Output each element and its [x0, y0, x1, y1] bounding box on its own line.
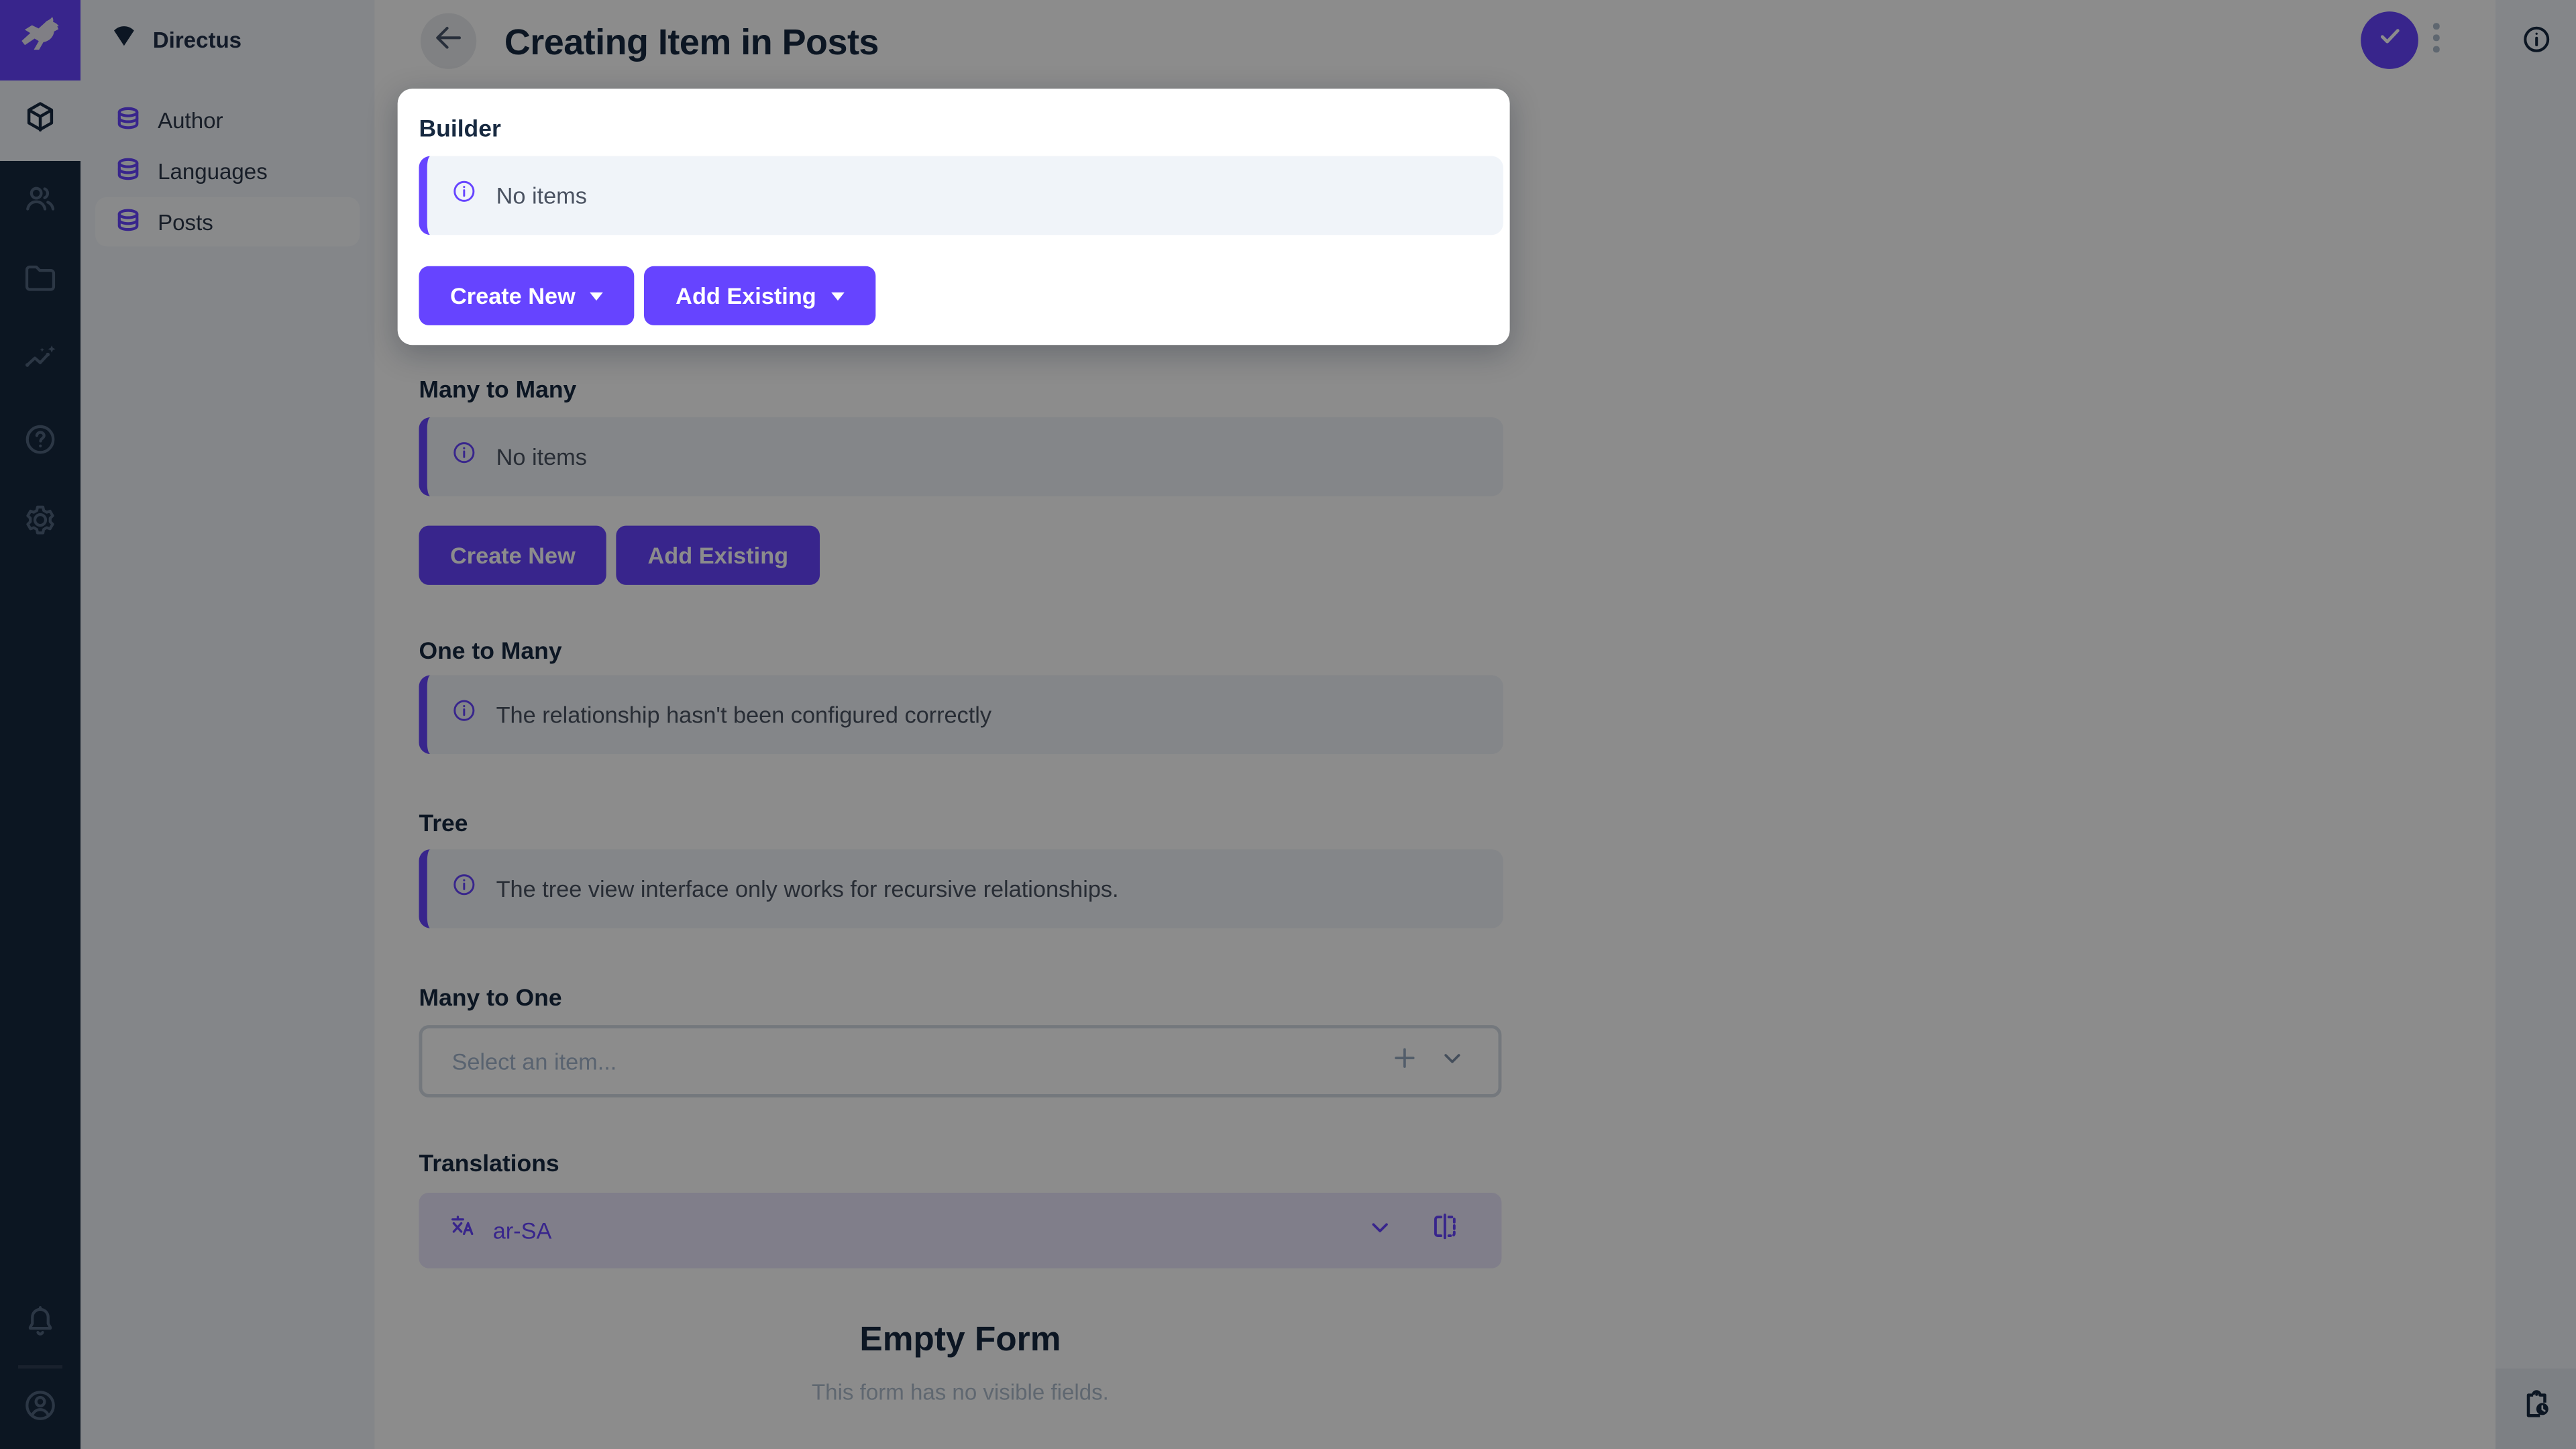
field-label-builder: Builder	[419, 117, 500, 143]
app-window: Directus Author Languages Posts	[0, 0, 2576, 1449]
add-existing-button[interactable]: Add Existing	[645, 266, 875, 325]
caret-down-icon	[831, 292, 845, 300]
create-new-button[interactable]: Create New	[419, 266, 634, 325]
builder-popover: Builder No items Create New Add Existing	[398, 89, 1510, 345]
notice-text: No items	[496, 182, 587, 209]
info-circle-icon	[450, 177, 478, 213]
notice-builder: No items	[419, 156, 1503, 235]
caret-down-icon	[590, 292, 604, 300]
builder-actions: Create New Add Existing	[419, 266, 875, 325]
